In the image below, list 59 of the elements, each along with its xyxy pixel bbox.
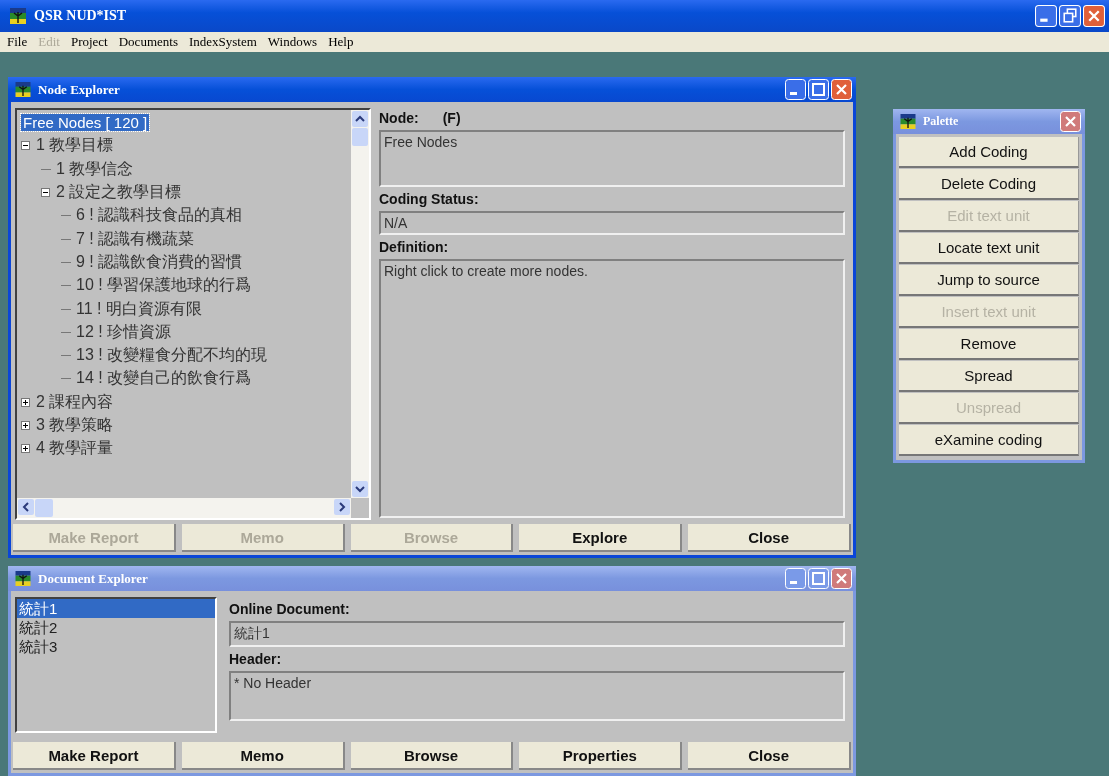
menu-item[interactable]: Documents <box>118 34 178 50</box>
tree-item[interactable]: 10 ! 學習保護地球的行爲 <box>74 275 254 297</box>
tree-item[interactable]: Free Nodes [ 120 ] <box>21 114 150 132</box>
tree-logo-icon <box>13 82 33 97</box>
collapse-icon[interactable] <box>21 141 30 151</box>
tree-item[interactable]: 1 教學信念 <box>54 158 136 180</box>
field-label: Header: <box>229 651 283 667</box>
tree-item[interactable]: 7 ! 認識有機蔬菜 <box>74 228 197 250</box>
collapse-icon[interactable] <box>41 188 50 198</box>
expand-icon[interactable] <box>21 444 30 454</box>
scroll-thumb[interactable] <box>352 128 368 146</box>
vertical-scrollbar[interactable] <box>351 110 369 498</box>
window-title: Palette <box>923 114 959 129</box>
tree-logo-icon <box>8 8 28 24</box>
minimize-icon[interactable] <box>1035 5 1057 27</box>
close-icon[interactable] <box>1083 5 1105 27</box>
scroll-up-icon[interactable] <box>352 111 368 127</box>
scroll-right-icon[interactable] <box>334 499 350 515</box>
window-button[interactable]: Explore <box>519 524 683 552</box>
tree-item[interactable]: 13 ! 改變糧食分配不均的現 <box>74 345 270 367</box>
menu-item[interactable]: Project <box>70 34 108 50</box>
tree-item[interactable]: 9 ! 認識飲食消費的習慣 <box>74 251 245 273</box>
field-label: Coding Status: <box>379 191 480 207</box>
restore-icon[interactable] <box>1059 5 1081 27</box>
tree-item[interactable]: 14 ! 改變自己的飲食行爲 <box>74 368 254 390</box>
scroll-down-icon[interactable] <box>352 481 368 497</box>
tree-item[interactable]: 1 教學目標 <box>34 135 116 157</box>
window-title: Document Explorer <box>38 570 148 587</box>
tree-item[interactable]: 12 ! 珍惜資源 <box>74 321 174 343</box>
tree-item[interactable]: 6 ! 認識科技食品的真相 <box>74 205 245 227</box>
menu-item[interactable]: Help <box>328 34 354 50</box>
menu-item[interactable]: IndexSystem <box>188 34 257 50</box>
expand-icon[interactable] <box>21 397 30 407</box>
tree-item[interactable]: 3 教學策略 <box>34 415 116 436</box>
window-title: Node Explorer <box>38 81 120 98</box>
tree-logo-icon <box>13 571 33 586</box>
scroll-thumb[interactable] <box>35 499 53 517</box>
menu-item[interactable]: Windows <box>267 34 318 50</box>
tree-item[interactable]: 2 設定之教學目標 <box>54 182 184 204</box>
minimize-icon[interactable] <box>785 79 806 100</box>
scroll-left-icon[interactable] <box>18 499 34 515</box>
tree-item[interactable]: 2 課程內容 <box>34 391 116 413</box>
tree-item[interactable]: 4 教學評量 <box>34 438 116 460</box>
menu-item[interactable]: File <box>7 34 28 50</box>
definition-field[interactable]: Right click to create more nodes. <box>379 259 845 518</box>
maximize-icon[interactable] <box>808 79 829 100</box>
window-button[interactable]: Close <box>688 524 851 552</box>
field-label: Definition: <box>379 239 450 255</box>
tree-item[interactable]: 11 ! 明白資源有限 <box>74 298 204 320</box>
field-label: Online Document: <box>229 601 351 617</box>
node-field[interactable]: Free Nodes <box>379 130 845 187</box>
field-label: Node: <box>379 110 419 126</box>
app-title: QSR NUD*IST <box>34 8 127 24</box>
node-type: (F) <box>442 110 461 126</box>
coding-status-field[interactable]: N/A <box>379 211 845 235</box>
horizontal-scrollbar[interactable] <box>17 498 351 518</box>
tree-logo-icon <box>898 114 918 129</box>
expand-icon[interactable] <box>21 421 30 430</box>
close-icon[interactable] <box>831 79 852 100</box>
